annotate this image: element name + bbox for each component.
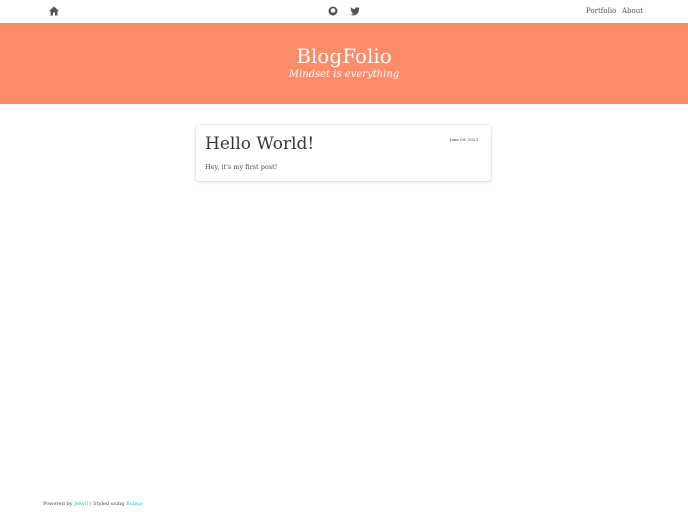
- site-subtitle: Mindset is everything: [288, 69, 400, 80]
- twitter-icon[interactable]: [350, 6, 360, 16]
- post-title[interactable]: Hello World!: [205, 134, 314, 154]
- footer-powered-text: Powered by: [43, 501, 75, 507]
- navbar: Portfolio About: [0, 0, 688, 24]
- bulma-link[interactable]: Bulma: [126, 501, 142, 507]
- footer: Powered by Jekyll / Styled using Bulma: [43, 501, 142, 507]
- jekyll-link[interactable]: Jekyll: [74, 501, 88, 507]
- post-excerpt: Hey, it's my first post!: [205, 163, 278, 171]
- footer-styled-text: / Styled using: [88, 501, 127, 507]
- post-card[interactable]: Hello World! June 09, 2023 Hey, it's my …: [196, 125, 491, 181]
- post-date: June 09, 2023: [449, 137, 478, 142]
- site-title: BlogFolio: [296, 44, 392, 68]
- nav-about-link[interactable]: About: [622, 7, 643, 15]
- nav-portfolio-link[interactable]: Portfolio: [586, 7, 616, 15]
- github-icon[interactable]: [328, 6, 338, 16]
- hero-banner: BlogFolio Mindset is everything: [0, 23, 688, 104]
- home-icon[interactable]: [49, 6, 59, 16]
